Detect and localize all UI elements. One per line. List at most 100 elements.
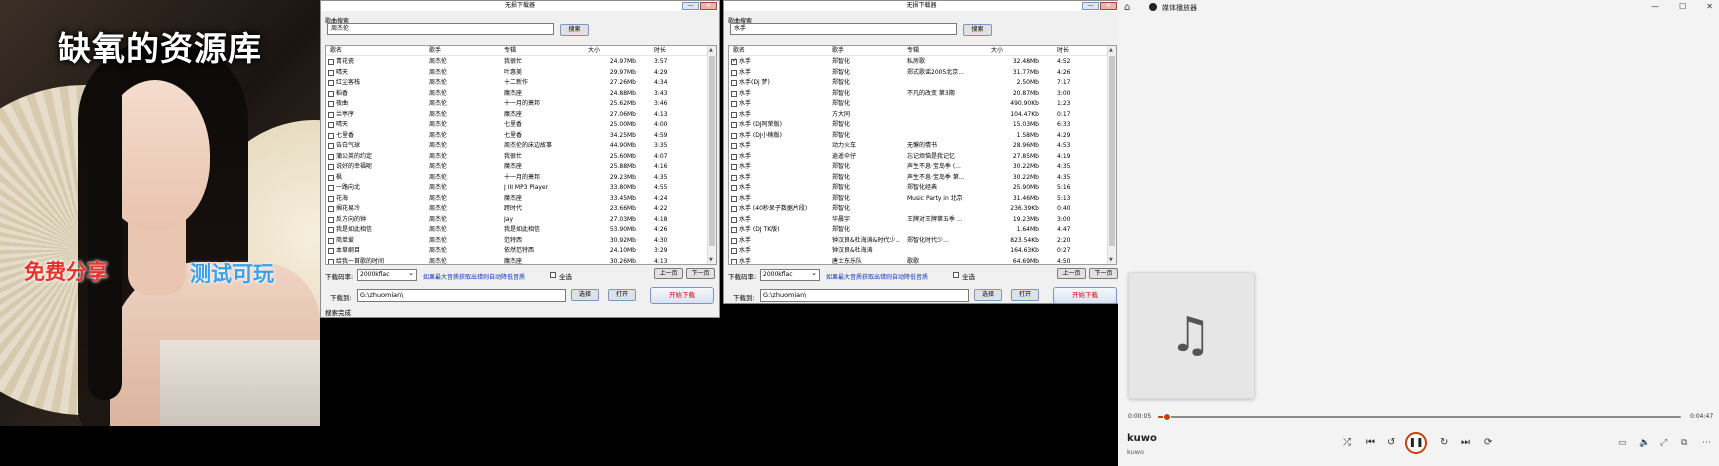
title-bar[interactable]: 无损下载器 — ✕ xyxy=(724,1,1119,11)
checkbox-icon[interactable] xyxy=(731,248,737,254)
more-icon[interactable]: ⋯ xyxy=(1702,437,1711,449)
checkbox-icon[interactable] xyxy=(731,101,737,107)
col-singer[interactable]: 歌手 xyxy=(832,46,900,56)
checkbox-icon[interactable] xyxy=(328,153,334,160)
open-button[interactable]: 打开 xyxy=(1011,289,1039,301)
song-list[interactable]: 歌名 歌手 专辑 大小 时长 青花瓷 周杰伦 我很忙 24.97Mb 3:57 晴天 周杰伦… xyxy=(325,45,717,265)
checkbox-icon[interactable] xyxy=(731,258,737,264)
choose-button[interactable]: 选择 xyxy=(571,289,599,301)
checkbox-icon[interactable] xyxy=(328,195,334,202)
open-button[interactable]: 打开 xyxy=(608,289,636,301)
song-row[interactable]: 水手 方大同 104.47Kb 0:17 xyxy=(729,110,1112,121)
checkbox-icon[interactable] xyxy=(731,143,737,149)
search-input[interactable]: 水手 xyxy=(730,23,957,35)
song-row[interactable]: 我是如此相信 周杰伦 我是如此相信 53.90Mb 4:26 xyxy=(326,225,709,236)
home-icon[interactable]: ⌂ xyxy=(1124,2,1130,13)
cast-icon[interactable]: ⧉ xyxy=(1681,437,1687,449)
song-row[interactable]: 水手 郑智化 郑智化经典 25.90Mb 5:16 xyxy=(729,183,1112,194)
song-row[interactable]: 本草纲目 周杰伦 依然范特西 24.10Mb 3:29 xyxy=(326,246,709,257)
checkbox-icon[interactable] xyxy=(328,227,334,233)
checkbox-icon[interactable] xyxy=(328,90,334,97)
prev-page-button[interactable]: 上一页 xyxy=(1057,268,1086,279)
checkbox-icon[interactable] xyxy=(731,195,737,202)
song-row[interactable]: 水手 动力火车 无懈的情书 28.96Mb 4:53 xyxy=(729,141,1112,152)
checkbox-icon[interactable] xyxy=(731,122,737,128)
volume-icon[interactable]: 🔈 xyxy=(1639,437,1650,449)
song-row[interactable]: 晴天 周杰伦 叶惠美 29.97Mb 4:29 xyxy=(326,68,709,79)
search-input[interactable]: 周杰伦 xyxy=(327,23,554,35)
song-row[interactable]: 晴天 周杰伦 七里香 25.00Mb 4:00 xyxy=(326,120,709,131)
fullscreen-icon[interactable]: ⤢ xyxy=(1660,437,1667,449)
col-duration[interactable]: 时长 xyxy=(1057,46,1097,56)
download-path-input[interactable]: G:\zhuomian\ xyxy=(760,289,969,302)
title-bar[interactable]: 无损下载器 — ✕ xyxy=(321,1,719,11)
checkbox-icon[interactable] xyxy=(731,90,737,97)
list-scrollbar[interactable]: ▲ ▼ xyxy=(1107,46,1116,264)
col-album[interactable]: 专辑 xyxy=(907,46,977,56)
song-row[interactable]: 水手 郑智化 声生不息·宝岛季 (... 30.22Mb 4:35 xyxy=(729,162,1112,173)
song-row[interactable]: 水手 (DJ小楠版) 郑智化 1.58Mb 4:29 xyxy=(729,131,1112,142)
col-size[interactable]: 大小 xyxy=(588,46,646,56)
col-duration[interactable]: 时长 xyxy=(654,46,694,56)
checkbox-icon[interactable] xyxy=(328,248,334,254)
song-row[interactable]: 水手 郑智化 声生不息·宝岛季 第... 30.22Mb 4:35 xyxy=(729,173,1112,184)
pause-button[interactable]: ❚❚ xyxy=(1405,432,1427,454)
minimize-icon[interactable]: — xyxy=(1082,2,1099,10)
checkbox-icon[interactable] xyxy=(731,174,737,181)
col-name[interactable]: 歌名 xyxy=(330,46,415,56)
checkbox-icon[interactable] xyxy=(731,216,737,223)
checkbox-icon[interactable] xyxy=(731,153,737,160)
close-icon[interactable]: ✕ xyxy=(1100,2,1117,10)
checkbox-icon[interactable] xyxy=(328,101,334,107)
song-row[interactable]: 一路向北 周杰伦 J III MP3 Player 33.80Mb 4:55 xyxy=(326,183,709,194)
prev-page-button[interactable]: 上一页 xyxy=(654,268,683,279)
close-icon[interactable]: ✕ xyxy=(700,2,717,10)
seek-bar[interactable] xyxy=(1158,413,1681,421)
choose-button[interactable]: 选择 xyxy=(974,289,1002,301)
song-row[interactable]: 兰亭序 周杰伦 魔杰座 27.06Mb 4:13 xyxy=(326,110,709,121)
next-page-button[interactable]: 下一页 xyxy=(1089,268,1118,279)
select-all-checkbox[interactable] xyxy=(953,272,959,278)
rate-select[interactable]: 2000kflac xyxy=(357,268,417,281)
search-button[interactable]: 搜索 xyxy=(963,24,992,36)
checkbox-icon[interactable] xyxy=(731,185,737,191)
minimize-icon[interactable]: — xyxy=(682,2,699,10)
checkbox-icon[interactable] xyxy=(731,80,737,86)
download-path-input[interactable]: G:\zhuomian\ xyxy=(357,289,566,302)
checkbox-icon[interactable] xyxy=(328,132,334,139)
song-row[interactable]: 反方向的钟 周杰伦 Jay 27.03Mb 4:18 xyxy=(326,215,709,226)
song-row[interactable]: 蒲公英的约定 周杰伦 我很忙 25.60Mb 4:07 xyxy=(326,152,709,163)
checkbox-icon[interactable] xyxy=(731,237,737,244)
miniplayer-icon[interactable]: ▭ xyxy=(1618,437,1627,449)
checkbox-icon[interactable] xyxy=(731,132,737,139)
checkbox-icon[interactable] xyxy=(328,122,334,128)
song-row[interactable]: 给我一首歌的时间 周杰伦 魔杰座 30.26Mb 4:13 xyxy=(326,257,709,264)
close-icon[interactable]: ✕ xyxy=(1706,0,1713,14)
song-row[interactable]: 水手(Dj 梦) 郑智化 2.50Mb 7:17 xyxy=(729,78,1112,89)
song-row[interactable]: 稻香 周杰伦 魔杰座 24.88Mb 3:43 xyxy=(326,89,709,100)
song-row[interactable]: 搁花易冷 周杰伦 跨时代 23.66Mb 4:22 xyxy=(326,204,709,215)
song-row[interactable]: 水手 钟汉良&杜海涛 164.63Kb 0:27 xyxy=(729,246,1112,257)
checkbox-icon[interactable] xyxy=(731,227,737,233)
checkbox-icon[interactable] xyxy=(328,143,334,149)
col-album[interactable]: 专辑 xyxy=(504,46,574,56)
select-all-checkbox[interactable] xyxy=(550,272,556,278)
song-row[interactable]: 水手 郑智化 Music Party in 北京 31.46Mb 5:13 xyxy=(729,194,1112,205)
song-row[interactable]: 夜曲 周杰伦 十一月的萧邦 25.62Mb 3:46 xyxy=(326,99,709,110)
song-row[interactable]: 水手 (DJ TK版) 郑智化 1.64Mb 4:47 xyxy=(729,225,1112,236)
song-row[interactable]: 七里香 周杰伦 七里香 34.25Mb 4:59 xyxy=(326,131,709,142)
checkbox-icon[interactable] xyxy=(731,206,737,212)
minimize-icon[interactable]: — xyxy=(1651,0,1659,14)
song-row[interactable]: 水手 郑智化 490.90Kb 1:23 xyxy=(729,99,1112,110)
checkbox-icon[interactable] xyxy=(328,164,334,170)
song-row[interactable]: 花海 周杰伦 魔杰座 33.45Mb 4:24 xyxy=(326,194,709,205)
checkbox-icon[interactable] xyxy=(328,174,334,181)
song-row[interactable]: 水手 逍遥伞仔 忘记烦恼是我记忆 27.85Mb 4:19 xyxy=(729,152,1112,163)
song-row[interactable]: 说好的幸福呢 周杰伦 魔杰座 25.88Mb 4:16 xyxy=(326,162,709,173)
next-icon[interactable]: ⏭ xyxy=(1461,436,1470,450)
song-list[interactable]: 歌名 歌手 专辑 大小 时长 水手郑智化私房歌32.48Mb4:52水手郑智化郑… xyxy=(728,45,1117,265)
list-scrollbar[interactable]: ▲ ▼ xyxy=(707,46,716,264)
col-size[interactable]: 大小 xyxy=(991,46,1049,56)
checkbox-icon[interactable] xyxy=(328,258,334,264)
song-row[interactable]: 水手 唐士东乐队 歌歌 64.69Mb 4:50 xyxy=(729,257,1112,264)
